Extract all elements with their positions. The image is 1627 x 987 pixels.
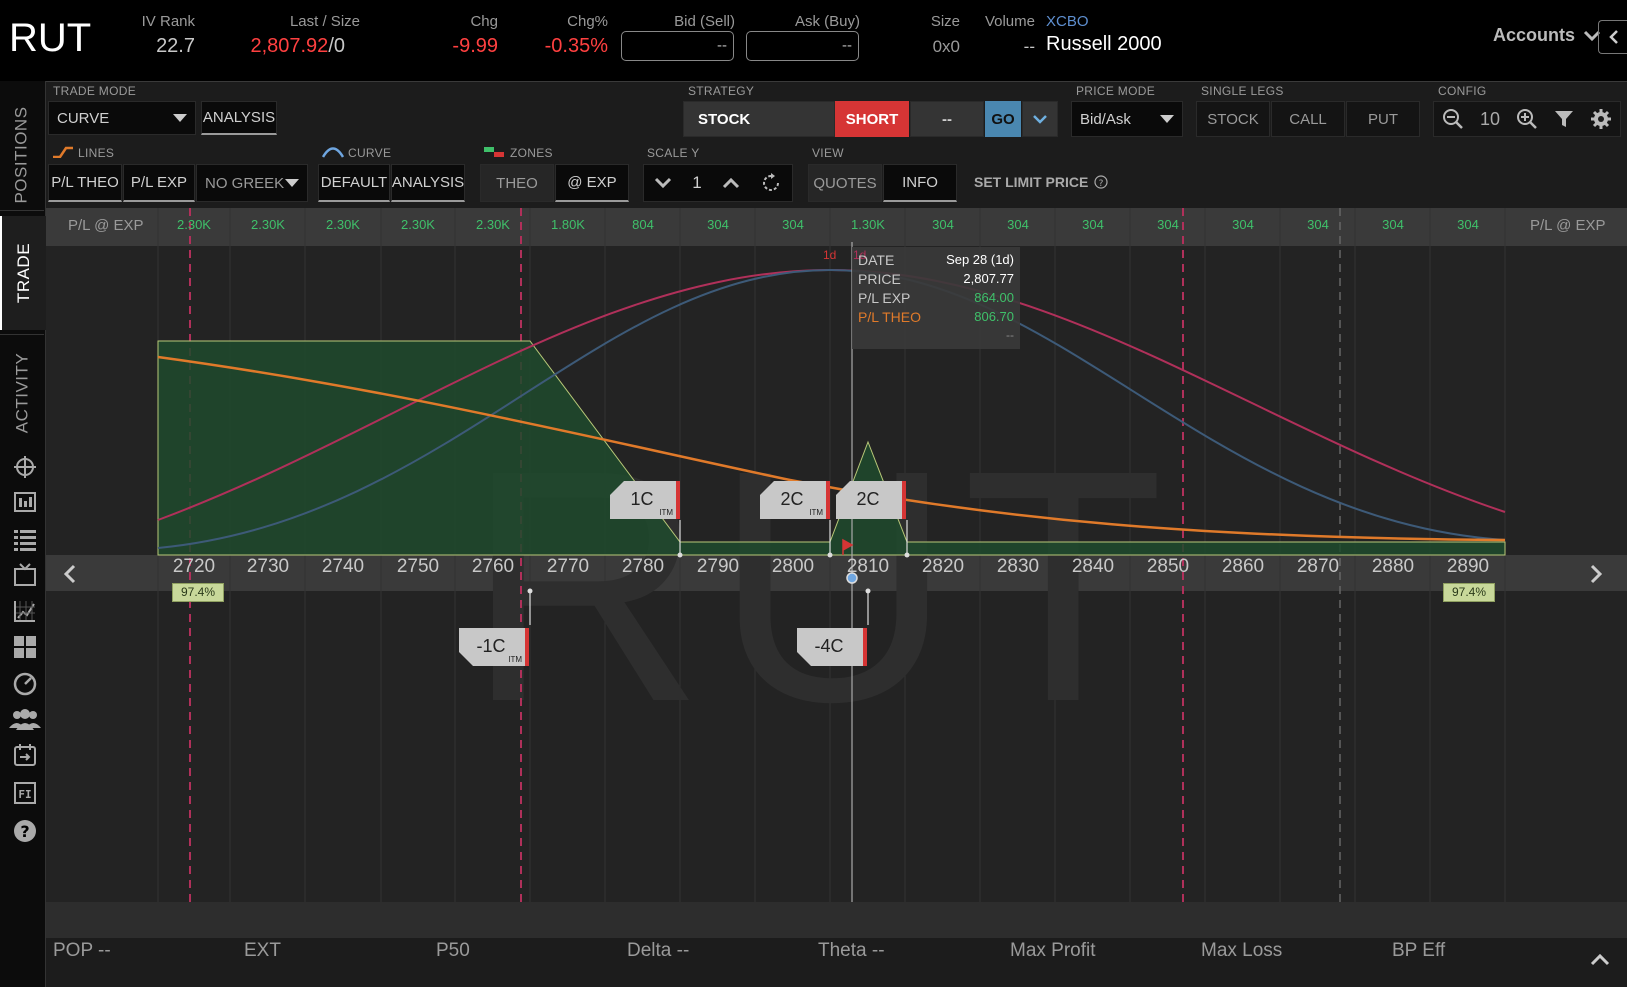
pl-row-label-left: P/L @ EXP — [68, 217, 144, 234]
pl-value-0: 2.30K — [177, 217, 211, 232]
x-tick-3: 2750 — [396, 556, 440, 577]
tooltip-price-value: 2,807.77 — [963, 271, 1014, 286]
pl-value-1: 2.30K — [251, 217, 285, 232]
x-tick-12: 2840 — [1071, 556, 1115, 577]
footer-max-loss: Max Loss — [1201, 940, 1283, 961]
prob-badge-left: 97.4% — [172, 583, 224, 602]
expand-footer-icon[interactable] — [1590, 952, 1610, 966]
leg-chip-label: -4C — [814, 636, 844, 656]
x-tick-5: 2770 — [546, 556, 590, 577]
pl-value-12: 304 — [1082, 217, 1104, 232]
tooltip: DATE Sep 28 (1d) PRICE 2,807.77 P/L EXP 864… — [858, 252, 1014, 343]
x-tick-7: 2790 — [696, 556, 740, 577]
leg-chip-label: 1C — [630, 489, 654, 509]
tooltip-date-value: Sep 28 (1d) — [946, 252, 1014, 267]
leg-chip-2c[interactable]: 2C — [836, 481, 906, 519]
leg-chip-minus-1c[interactable]: -1C ITM — [459, 628, 529, 666]
tooltip-plexp-value: 864.00 — [974, 290, 1014, 305]
pl-value-2: 2.30K — [326, 217, 360, 232]
leg-chip-2c-itm[interactable]: 2C ITM — [760, 481, 830, 519]
x-tick-2: 2740 — [321, 556, 365, 577]
footer-p50: P50 — [436, 940, 470, 961]
scroll-left-icon[interactable] — [62, 564, 78, 584]
x-tick-14: 2860 — [1221, 556, 1265, 577]
pl-value-17: 304 — [1457, 217, 1479, 232]
pl-value-9: 1.30K — [851, 217, 885, 232]
pl-value-14: 304 — [1232, 217, 1254, 232]
pl-value-10: 304 — [932, 217, 954, 232]
footer-max-profit: Max Profit — [1010, 940, 1096, 961]
footer-theta: Theta -- — [818, 940, 885, 961]
x-tick-6: 2780 — [621, 556, 665, 577]
pl-value-5: 1.80K — [551, 217, 585, 232]
pl-value-15: 304 — [1307, 217, 1329, 232]
prob-badge-right: 97.4% — [1443, 583, 1495, 602]
bottom-band — [46, 902, 1627, 938]
footer-delta: Delta -- — [627, 940, 690, 961]
tooltip-price-label: PRICE — [858, 271, 901, 287]
x-tick-16: 2880 — [1371, 556, 1415, 577]
x-tick-1: 2730 — [246, 556, 290, 577]
pl-value-3: 2.30K — [401, 217, 435, 232]
itm-badge: ITM — [659, 508, 673, 517]
leg-chip-label: 2C — [856, 489, 880, 509]
itm-badge: ITM — [508, 655, 522, 664]
x-tick-10: 2820 — [921, 556, 965, 577]
footer-pop: POP -- — [53, 940, 111, 961]
x-tick-17: 2890 — [1446, 556, 1490, 577]
footer-ext: EXT — [244, 940, 281, 961]
x-tick-15: 2870 — [1296, 556, 1340, 577]
tooltip-pltheo-label: P/L THEO — [858, 309, 922, 325]
leg-chip-label: -1C — [476, 636, 506, 656]
leg-chip-label: 2C — [780, 489, 804, 509]
pl-value-16: 304 — [1382, 217, 1404, 232]
pl-value-8: 304 — [782, 217, 804, 232]
itm-badge: ITM — [809, 508, 823, 517]
marker-1d-a: 1d — [823, 248, 837, 262]
tooltip-plexp-label: P/L EXP — [858, 290, 911, 306]
footer-bp-eff: BP Eff — [1392, 940, 1446, 961]
x-tick-9: 2810 — [846, 556, 890, 577]
x-tick-8: 2800 — [771, 556, 815, 577]
x-tick-13: 2850 — [1146, 556, 1190, 577]
x-tick-11: 2830 — [996, 556, 1040, 577]
tooltip-extra-value: -- — [1006, 328, 1014, 342]
leg-chip-minus-4c[interactable]: -4C — [797, 628, 867, 666]
scroll-right-icon[interactable] — [1588, 564, 1604, 584]
x-tick-4: 2760 — [471, 556, 515, 577]
pl-value-13: 304 — [1157, 217, 1179, 232]
pl-value-4: 2.30K — [476, 217, 510, 232]
tooltip-date-label: DATE — [858, 252, 895, 268]
pl-value-6: 804 — [632, 217, 654, 232]
tooltip-pltheo-value: 806.70 — [974, 309, 1014, 324]
x-tick-0: 2720 — [172, 556, 216, 577]
pl-row-label-right: P/L @ EXP — [1530, 217, 1606, 234]
leg-chip-1c[interactable]: 1C ITM — [610, 481, 680, 519]
pl-value-7: 304 — [707, 217, 729, 232]
pl-value-11: 304 — [1007, 217, 1029, 232]
